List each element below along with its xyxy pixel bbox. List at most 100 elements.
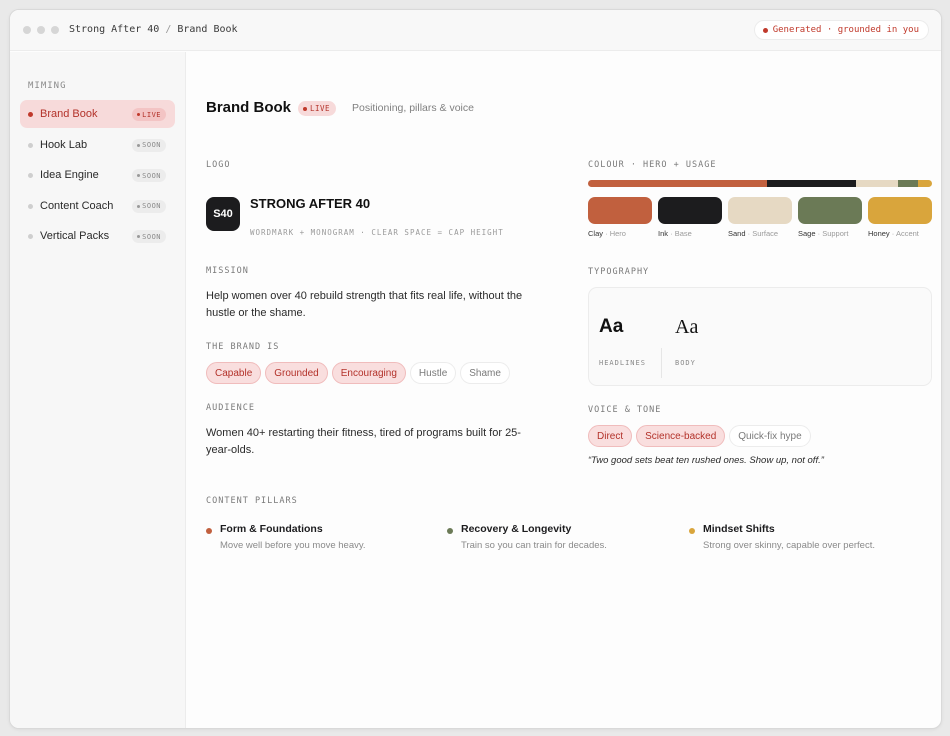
audience-text: Women 40+ restarting their fitness, tire…: [206, 427, 521, 456]
logo-meta: WORDMARK + MONOGRAM · CLEAR SPACE = CAP …: [250, 228, 504, 237]
window-controls: [23, 26, 59, 34]
nav-dot-icon: [28, 112, 33, 117]
swatch-name: Sand: [728, 229, 746, 238]
swatch-role: Hero: [609, 229, 626, 238]
colour-swatches: Clay · Hero Ink · Base Sand · Surface Sa…: [588, 197, 932, 238]
swatch-sand[interactable]: Sand · Surface: [728, 197, 792, 238]
nav-dot-icon: [28, 234, 33, 239]
swatch-clay[interactable]: Clay · Hero: [588, 197, 652, 238]
sidebar-item-brand-book[interactable]: Brand Book LIVE: [20, 100, 175, 128]
trait-chip[interactable]: Encouraging: [331, 362, 406, 384]
swatch-name: Sage: [798, 229, 816, 238]
trait-chip[interactable]: Grounded: [265, 362, 328, 384]
pillar-dot-icon: [447, 528, 453, 534]
tag-dot-icon: [137, 143, 141, 147]
logo-section-label: LOGO: [206, 160, 231, 170]
zoom-window-button[interactable]: [51, 26, 59, 34]
voice-chip[interactable]: Quick-fix hype: [729, 425, 811, 447]
breadcrumb-separator: /: [165, 24, 172, 35]
status-tag: SOON: [132, 230, 166, 243]
trait-chip[interactable]: Shame: [460, 362, 510, 384]
swatch-caption: Sage · Support: [798, 229, 849, 238]
status-tag: SOON: [132, 169, 166, 182]
sidebar-item-hook-lab[interactable]: Hook Lab SOON: [20, 131, 175, 159]
tag-dot-icon: [137, 235, 141, 238]
colour-usage-segment: [918, 180, 932, 187]
swatch-name: Honey: [868, 229, 890, 238]
sidebar-heading: MIMING: [28, 81, 67, 91]
colour-usage-segment: [588, 180, 767, 187]
pillar-dot-icon: [689, 528, 695, 534]
swatch-caption: Ink · Base: [658, 229, 692, 238]
swatch-caption: Clay · Hero: [588, 229, 626, 238]
audience-section-label: AUDIENCE: [206, 403, 255, 413]
sidebar-item-label: Idea Engine: [40, 169, 99, 181]
colour-usage-segment: [856, 180, 898, 187]
swatch-role: Accent: [895, 229, 919, 238]
live-badge-text: LIVE: [310, 104, 331, 113]
swatch-ink[interactable]: Ink · Base: [658, 197, 722, 238]
minimize-window-button[interactable]: [37, 26, 45, 34]
generated-status-text: Generated · grounded in you: [772, 25, 919, 35]
tag-dot-icon: [137, 113, 141, 116]
sidebar-item-label: Vertical Packs: [40, 230, 110, 242]
body-font-sample: Aa: [675, 316, 699, 338]
status-tag-text: SOON: [142, 232, 161, 241]
sidebar-item-label: Content Coach: [40, 199, 114, 212]
brand-is-section-label: THE BRAND IS: [206, 342, 280, 352]
sidebar-item-idea-engine[interactable]: Idea Engine SOON: [20, 161, 175, 189]
headline-font-sample: Aa: [599, 316, 624, 337]
typography-card: Aa Aa HEADLINES BODY: [588, 287, 932, 386]
live-badge: LIVE: [298, 101, 337, 116]
pillar-description: Move well before you move heavy.: [220, 540, 366, 551]
voice-chips: Direct Science-backed Quick-fix hype: [588, 425, 811, 447]
swatch-role: Support: [822, 229, 849, 238]
logo-monogram: S40: [206, 197, 240, 231]
status-tag-text: SOON: [142, 141, 161, 149]
body-font-caption: BODY: [675, 359, 696, 367]
swatch-name: Clay: [588, 229, 604, 238]
tag-dot-icon: [137, 174, 141, 177]
voice-chip[interactable]: Direct: [588, 425, 633, 447]
swatch-role: Surface: [752, 229, 779, 238]
sidebar-item-label: Brand Book: [40, 108, 98, 120]
colour-usage-segment: [897, 180, 919, 187]
trait-chip[interactable]: Hustle: [409, 362, 457, 384]
pillar-description: Train so you can train for decades.: [461, 540, 607, 551]
typography-divider: [661, 348, 662, 378]
main-content: Brand Book LIVE Positioning, pillars & v…: [187, 52, 941, 728]
voice-chip[interactable]: Science-backed: [636, 425, 726, 447]
colour-usage-bar: [588, 180, 932, 187]
close-window-button[interactable]: [23, 26, 31, 34]
breadcrumb-project[interactable]: Strong After 40: [69, 24, 159, 35]
status-tag: SOON: [132, 138, 166, 152]
status-tag: SOON: [132, 199, 166, 213]
swatch-caption: Honey · Accent: [868, 229, 919, 238]
swatch-chip: [868, 197, 932, 224]
swatch-honey[interactable]: Honey · Accent: [868, 197, 932, 238]
status-tag-text: LIVE: [142, 110, 161, 119]
swatch-sage[interactable]: Sage · Support: [798, 197, 862, 238]
pillar-title: Recovery & Longevity: [461, 523, 572, 535]
headline-font-caption: HEADLINES: [599, 359, 646, 367]
voice-quote: “Two good sets beat ten rushed ones. Sho…: [588, 455, 824, 466]
live-dot-icon: [303, 106, 307, 111]
pillar-title: Mindset Shifts: [703, 523, 775, 535]
logo-wordmark: STRONG AFTER 40: [250, 196, 371, 211]
tag-dot-icon: [137, 204, 141, 208]
breadcrumb: Strong After 40 / Brand Book: [69, 24, 238, 35]
page-title: Brand Book: [206, 99, 292, 116]
swatch-chip: [728, 197, 792, 224]
swatch-chip: [798, 197, 862, 224]
trait-chip[interactable]: Capable: [206, 362, 262, 384]
generated-status-badge: Generated · grounded in you: [753, 20, 929, 40]
title-bar: Strong After 40 / Brand Book Generated ·…: [10, 10, 941, 51]
status-dot-icon: [762, 27, 768, 33]
typography-section-label: TYPOGRAPHY: [588, 267, 650, 277]
pillar-description: Strong over skinny, capable over perfect…: [703, 540, 875, 551]
status-tag-text: SOON: [142, 171, 161, 180]
status-tag: LIVE: [132, 108, 166, 121]
breadcrumb-page: Brand Book: [177, 24, 238, 35]
sidebar-item-content-coach[interactable]: Content Coach SOON: [20, 192, 175, 220]
sidebar-item-vertical-packs[interactable]: Vertical Packs SOON: [20, 222, 175, 250]
